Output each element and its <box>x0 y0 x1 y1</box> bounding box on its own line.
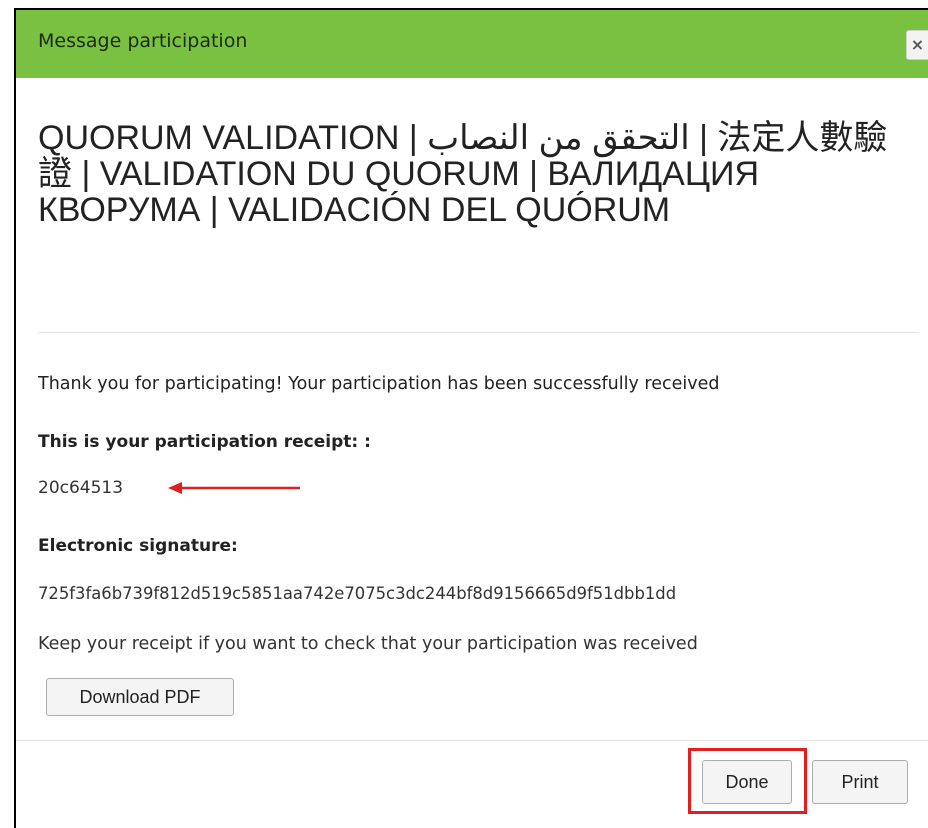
receipt-label: This is your participation receipt: : <box>38 432 371 452</box>
close-icon: × <box>910 35 925 54</box>
dialog-title: Message participation <box>38 30 248 52</box>
done-button[interactable]: Done <box>702 760 792 804</box>
download-pdf-button[interactable]: Download PDF <box>46 678 234 716</box>
header-divider <box>38 332 918 333</box>
print-button[interactable]: Print <box>812 760 908 804</box>
thanks-message: Thank you for participating! Your partic… <box>38 374 720 394</box>
page-title: QUORUM VALIDATION | التحقق من النصاب | 法… <box>38 119 888 229</box>
close-button[interactable]: × <box>906 30 928 60</box>
signature-label: Electronic signature: <box>38 536 238 556</box>
receipt-code: 20c64513 <box>38 478 124 498</box>
signature-value: 725f3fa6b739f812d519c5851aa742e7075c3dc2… <box>38 584 677 603</box>
keep-receipt-message: Keep your receipt if you want to check t… <box>38 634 698 654</box>
red-arrow-annotation <box>168 482 300 494</box>
footer-divider <box>16 740 928 741</box>
dialog-titlebar: Message participation × <box>16 10 928 78</box>
participation-dialog: Message participation × QUORUM VALIDATIO… <box>14 8 928 828</box>
